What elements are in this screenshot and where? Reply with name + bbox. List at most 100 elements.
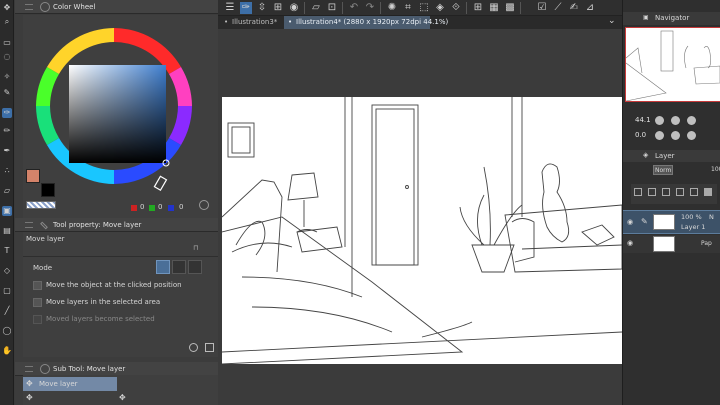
eye-icon[interactable]: ◉: [627, 239, 633, 247]
fill-tool-icon[interactable]: ▣: [2, 206, 12, 216]
mode-layer-button[interactable]: [156, 260, 170, 274]
select-tool-icon[interactable]: ▭: [2, 38, 12, 48]
canvas-area[interactable]: [218, 29, 622, 405]
tab-illustration4[interactable]: • Illustration4* (2880 x 1920px 72dpi 44…: [284, 16, 448, 29]
zoom-value[interactable]: 44.1: [635, 116, 651, 124]
spinner-icon[interactable]: ⇳: [256, 2, 268, 14]
layer-row[interactable]: ◉ ✎ 100 % N Layer 1: [623, 210, 720, 234]
lasso-select-icon[interactable]: ⬚: [418, 2, 430, 14]
option-label: Move layers in the selected area: [46, 298, 161, 306]
sub-tool-header[interactable]: Sub Tool: Move layer: [15, 362, 218, 376]
chevron-down-icon[interactable]: ⌄: [608, 16, 616, 26]
eyedropper-icon[interactable]: ✎: [2, 88, 12, 98]
balloon-tool-icon[interactable]: ◯: [2, 326, 12, 336]
tool-property-header[interactable]: Tool property: Move layer: [15, 218, 218, 232]
ruler-line-icon[interactable]: ⊿: [584, 2, 596, 14]
saturation-value-square[interactable]: [69, 65, 166, 163]
transparent-color-swatch[interactable]: [26, 201, 56, 209]
text-tool-icon[interactable]: T: [2, 246, 12, 256]
drawing-canvas[interactable]: [222, 97, 622, 364]
stamp-icon[interactable]: ⊞: [272, 2, 284, 14]
crop-icon[interactable]: ⌗: [402, 2, 414, 14]
ruler-icon[interactable]: ▦: [488, 2, 500, 14]
navigator-header[interactable]: ▣ Navigator: [623, 12, 720, 25]
layer-icon[interactable]: ▱: [310, 2, 322, 14]
checkbox[interactable]: [33, 315, 42, 324]
loading-icon[interactable]: ✺: [386, 2, 398, 14]
grip-icon[interactable]: [25, 222, 33, 228]
checkbox[interactable]: [33, 298, 42, 307]
rotate-left-icon[interactable]: [655, 131, 664, 140]
eraser-icon[interactable]: ▱: [2, 186, 12, 196]
line-icon[interactable]: ⟋: [552, 2, 564, 14]
opacity-value[interactable]: 100: [711, 166, 720, 173]
zoom-out-icon[interactable]: [655, 116, 664, 125]
frame-tool-icon[interactable]: ▢: [2, 286, 12, 296]
figure-tool-icon[interactable]: ◇: [2, 266, 12, 276]
blend-mode-select[interactable]: Norm: [653, 165, 673, 175]
navigator-preview[interactable]: [625, 27, 720, 102]
magic-wand-icon[interactable]: ✧: [2, 72, 12, 82]
mode-pixel-button[interactable]: [172, 260, 186, 274]
sub-tool-panel: ✥ Move layer ✥ ✥: [23, 375, 221, 405]
move-tool-icon[interactable]: ✥: [2, 3, 12, 13]
wrench-icon: [40, 221, 48, 230]
grid-icon[interactable]: ⊞: [472, 2, 484, 14]
snap-icon[interactable]: ⊡: [326, 2, 338, 14]
bucket-icon[interactable]: ◈: [434, 2, 446, 14]
hue-handle[interactable]: [153, 175, 168, 192]
redo-icon[interactable]: ↷: [364, 2, 376, 14]
close-icon[interactable]: •: [224, 16, 228, 29]
layer-mask-icon[interactable]: [676, 188, 684, 196]
pen-tool-icon[interactable]: ✑: [2, 108, 12, 118]
grip-icon[interactable]: [25, 366, 33, 372]
reset-rotation-icon[interactable]: [687, 131, 696, 140]
color-wheel-header[interactable]: Color Wheel: [15, 0, 218, 14]
airbrush-icon[interactable]: ∴: [2, 166, 12, 176]
gradient-icon[interactable]: ▤: [2, 226, 12, 236]
checkbox[interactable]: [33, 281, 42, 290]
transform-icon[interactable]: ⟐: [450, 2, 462, 14]
lasso-tool-icon[interactable]: ◌: [2, 52, 12, 62]
zoom-tool-icon[interactable]: ⌕: [2, 17, 12, 27]
reset-icon[interactable]: [189, 343, 198, 352]
settings-icon[interactable]: [205, 343, 214, 352]
fit-icon[interactable]: [687, 116, 696, 125]
ruler-tool-icon[interactable]: ╱: [2, 306, 12, 316]
zoom-in-icon[interactable]: [671, 116, 680, 125]
rotate-right-icon[interactable]: [671, 131, 680, 140]
mode-label: Mode: [33, 264, 53, 272]
pencil-tool-icon[interactable]: ✏: [2, 126, 12, 136]
color-settings-icon[interactable]: [199, 200, 209, 210]
layer-lock-icon[interactable]: [634, 188, 642, 196]
pen-pressure-icon[interactable]: ✑: [240, 2, 252, 14]
tab-illustration3[interactable]: • Illustration3*: [220, 16, 284, 29]
undo-icon[interactable]: ↶: [348, 2, 360, 14]
tool-name-label: Move layer: [26, 235, 65, 243]
layer-color-icon[interactable]: [704, 188, 712, 196]
layer-ref-icon[interactable]: [662, 188, 670, 196]
green-value: 0: [158, 203, 163, 211]
layer-ruler-icon[interactable]: [690, 188, 698, 196]
layer-clip-icon[interactable]: [648, 188, 656, 196]
lock-icon[interactable]: ⊓: [193, 244, 198, 252]
pen-line-icon[interactable]: ✍: [568, 2, 580, 14]
sub-tool-item[interactable]: ✥ Move layer: [23, 377, 117, 391]
brush-snap-icon[interactable]: ▩: [504, 2, 516, 14]
menu-icon[interactable]: ☰: [224, 2, 236, 14]
record-icon[interactable]: ◉: [288, 2, 300, 14]
brush-tool-icon[interactable]: ✒: [2, 146, 12, 156]
sub-color-swatch[interactable]: [41, 183, 55, 197]
hand-tool-icon[interactable]: ✋: [2, 346, 12, 356]
main-color-swatch[interactable]: [26, 169, 40, 183]
divider: [23, 256, 221, 257]
eye-icon[interactable]: ◉: [627, 218, 633, 226]
layer-header[interactable]: ◈ Layer: [623, 150, 720, 162]
layer-row[interactable]: ◉ Pap: [623, 235, 720, 253]
grip-icon[interactable]: [25, 4, 33, 10]
mode-grid-button[interactable]: [188, 260, 202, 274]
layer-thumbnail: [653, 236, 675, 252]
close-icon[interactable]: •: [288, 16, 292, 29]
check-icon[interactable]: ☑: [536, 2, 548, 14]
rotation-value[interactable]: 0.0: [635, 131, 646, 139]
